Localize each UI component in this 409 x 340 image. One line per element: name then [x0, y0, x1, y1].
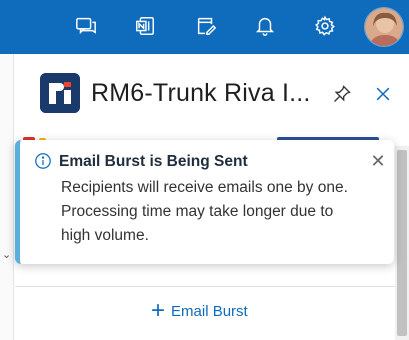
gear-icon[interactable] — [311, 12, 339, 40]
info-icon — [34, 152, 52, 170]
left-pane-edge: ⌄ — [0, 54, 14, 340]
add-email-burst-label: Email Burst — [171, 302, 248, 320]
toast-message: Recipients will receive emails one by on… — [61, 179, 348, 244]
app-logo — [40, 73, 80, 113]
pin-button[interactable] — [329, 81, 355, 107]
plus-icon: + — [151, 297, 166, 324]
close-icon[interactable]: ✕ — [369, 152, 387, 170]
bell-icon[interactable] — [251, 12, 279, 40]
avatar[interactable] — [364, 7, 404, 47]
toast-title: Email Burst is Being Sent — [59, 153, 248, 170]
pane-title: RM6-Trunk Riva I... — [91, 79, 311, 107]
chevron-down-icon[interactable]: ⌄ — [2, 248, 11, 261]
onenote-icon[interactable] — [131, 12, 159, 40]
chat-icon[interactable] — [72, 12, 100, 40]
scrollbar[interactable] — [395, 146, 409, 340]
office-header-bar — [0, 0, 409, 54]
pane-header: RM6-Trunk Riva I... — [15, 54, 409, 136]
notification-toast: Email Burst is Being Sent Recipients wil… — [15, 140, 394, 264]
edit-icon[interactable] — [192, 12, 220, 40]
add-email-burst-button[interactable]: + Email Burst — [151, 297, 248, 324]
divider — [15, 286, 395, 287]
scrollbar-thumb[interactable] — [397, 150, 407, 336]
close-pane-button[interactable] — [370, 81, 396, 107]
